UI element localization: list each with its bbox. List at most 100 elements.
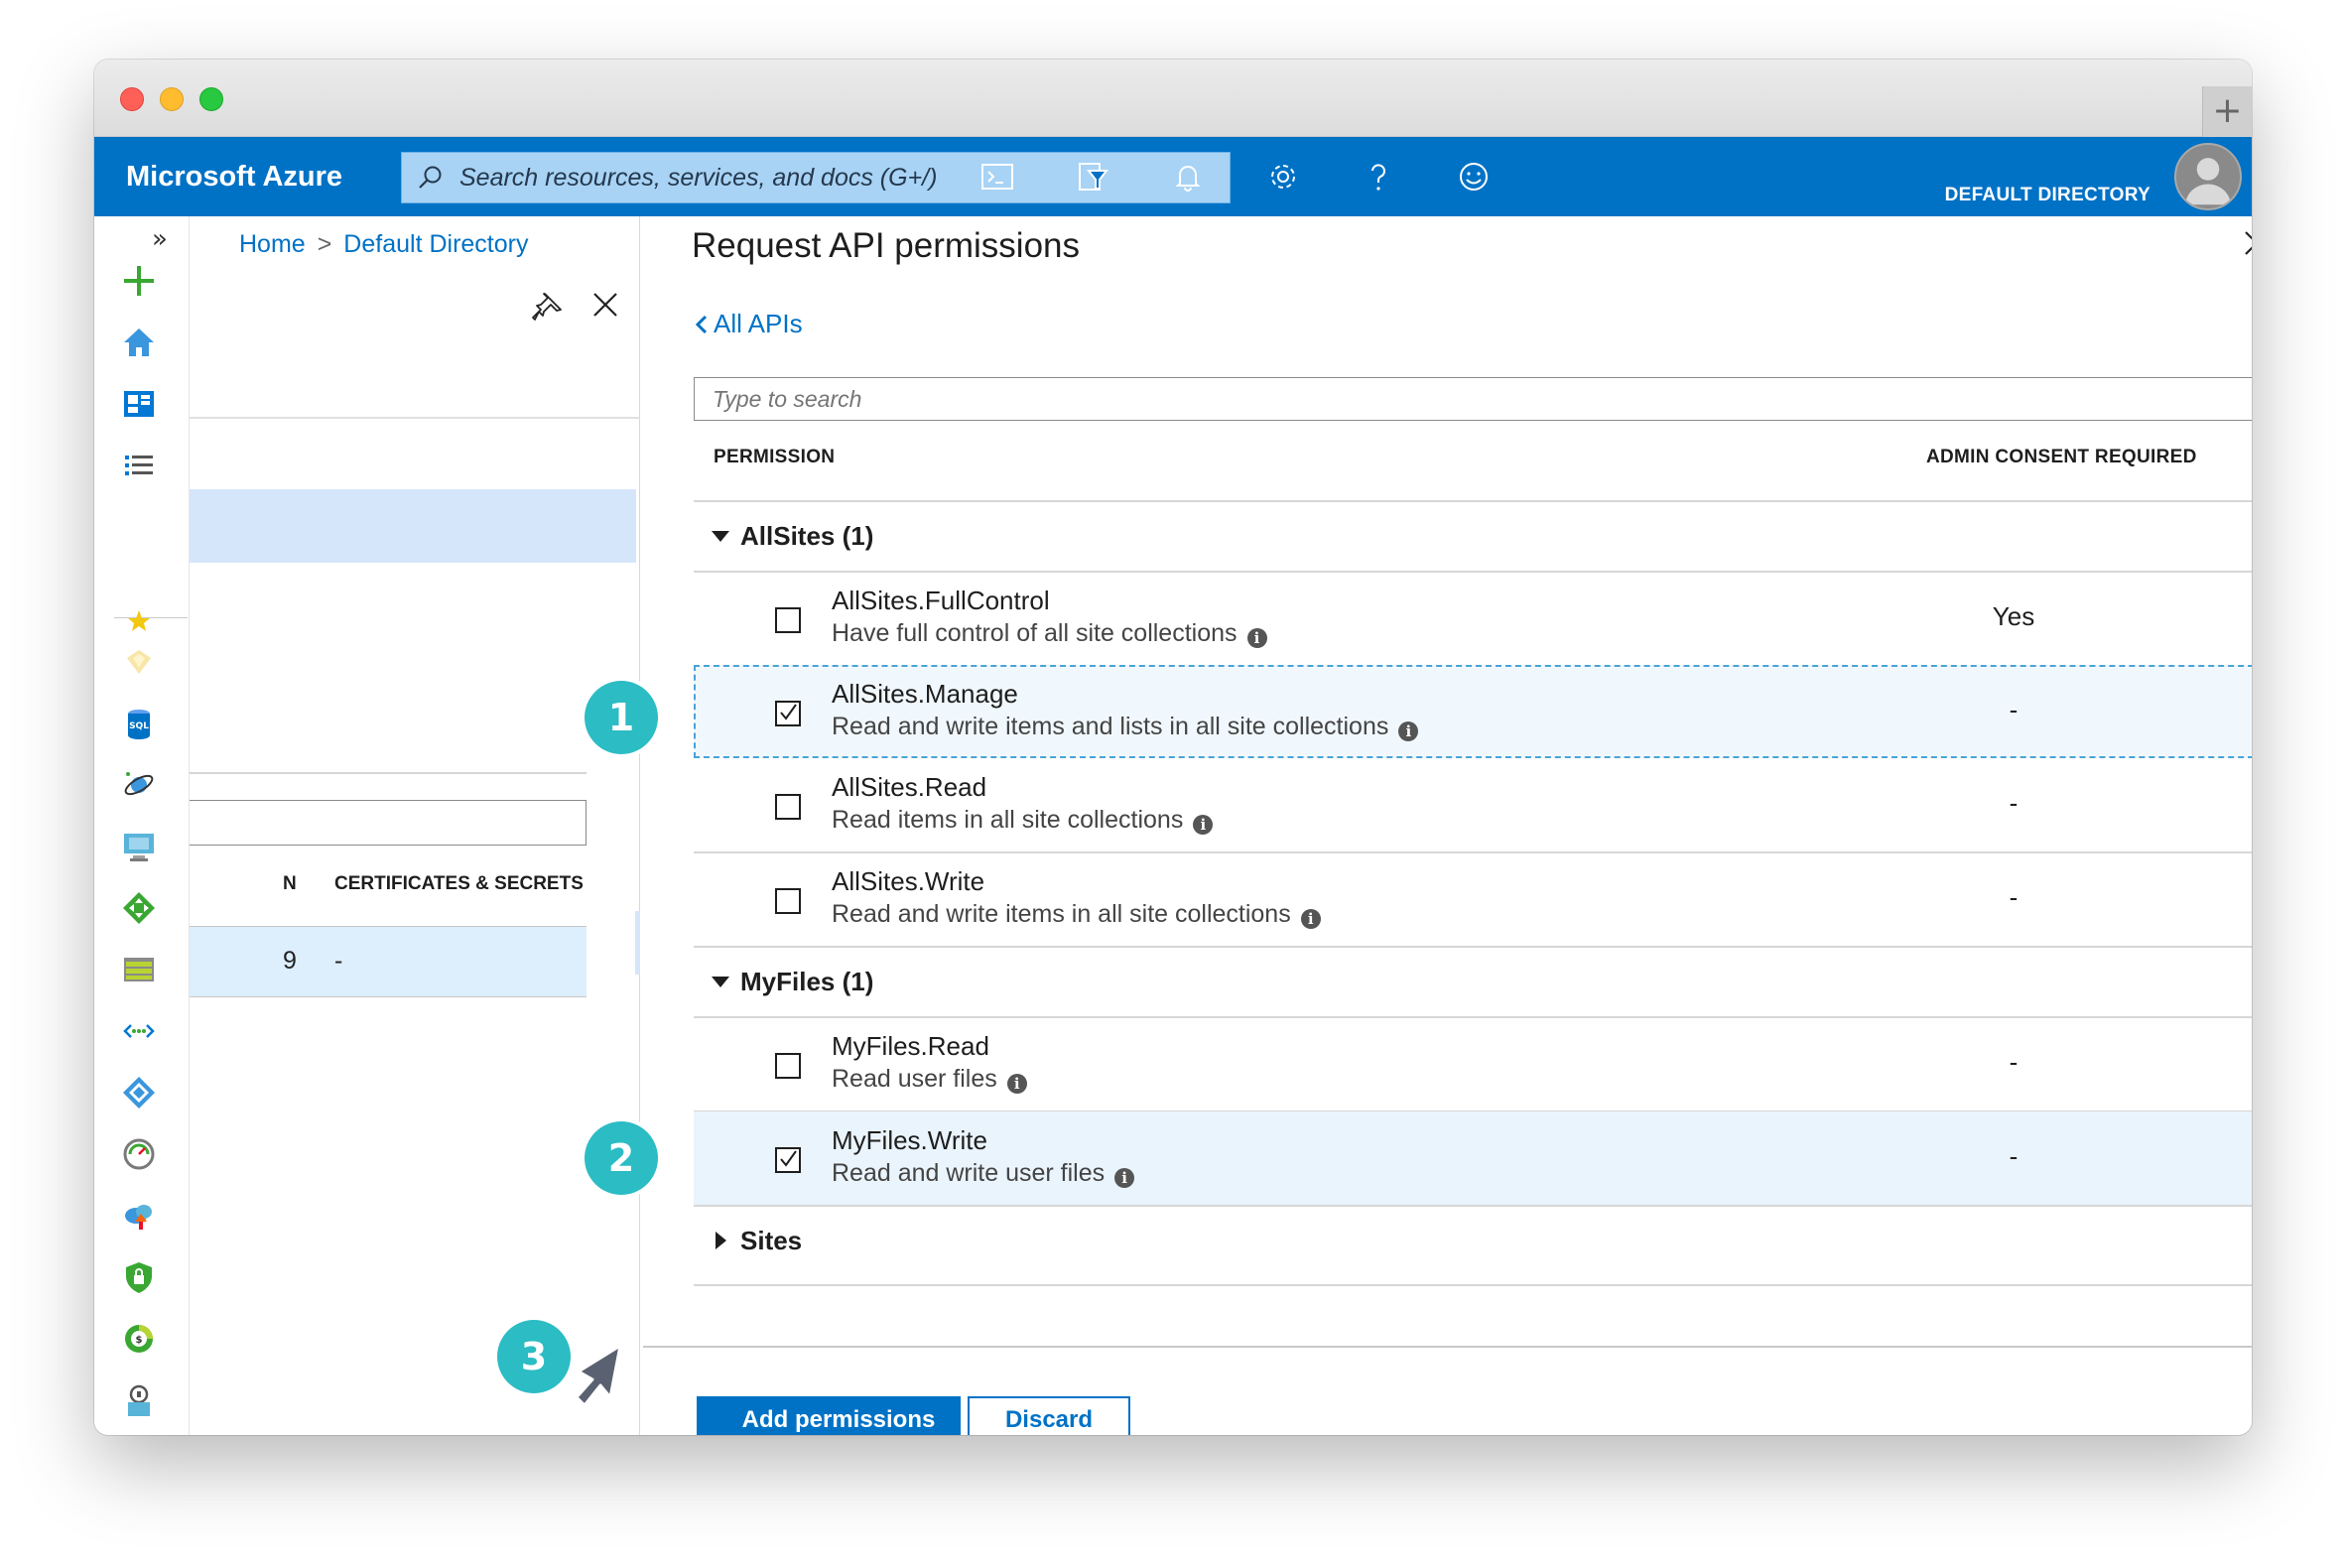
help-icon[interactable] — [1357, 155, 1400, 198]
help-support-icon[interactable] — [120, 1381, 158, 1419]
virtual-machines-icon[interactable] — [120, 828, 158, 865]
info-icon[interactable]: i — [1114, 1168, 1135, 1188]
group-allsites[interactable]: AllSites (1) — [694, 501, 2252, 571]
group-sites[interactable]: Sites — [694, 1206, 2252, 1275]
permission-row-allsites-write[interactable]: AllSites.Write Read and write items in a… — [694, 852, 2252, 946]
permission-name: AllSites.Manage — [832, 679, 1018, 709]
storage-accounts-icon[interactable] — [120, 951, 158, 988]
breadcrumb-link[interactable]: Default Directory — [343, 230, 528, 258]
virtual-networks-icon[interactable] — [120, 1012, 158, 1050]
permission-description: Have full control of all site collection… — [832, 619, 1267, 648]
create-resource-icon[interactable] — [120, 262, 158, 300]
caret-down-icon — [712, 977, 729, 987]
home-icon[interactable] — [120, 324, 158, 361]
permission-row-allsites-manage[interactable]: AllSites.Manage Read and write items and… — [694, 665, 2252, 758]
all-services-icon[interactable] — [120, 447, 158, 484]
blade-filter-input[interactable] — [190, 800, 586, 846]
info-icon[interactable]: i — [1006, 1074, 1027, 1094]
permission-row-allsites-read[interactable]: AllSites.Read Read items in all site col… — [694, 758, 2252, 851]
cloud-shell-icon[interactable] — [976, 155, 1019, 198]
expand-menu-button[interactable]: » — [152, 224, 168, 254]
permission-row-myfiles-read[interactable]: MyFiles.Read Read user files i - — [694, 1017, 2252, 1111]
new-tab-button[interactable]: + — [2202, 86, 2252, 137]
admin-consent-value: - — [2009, 1047, 2019, 1077]
feedback-icon[interactable] — [1452, 155, 1496, 198]
brand-logo[interactable]: Microsoft Azure — [126, 137, 342, 216]
add-permissions-button[interactable]: Add permissions — [697, 1396, 961, 1435]
svg-text:SQL: SQL — [129, 721, 149, 731]
permission-name: MyFiles.Read — [832, 1031, 989, 1061]
close-blade-icon[interactable] — [588, 288, 622, 322]
permission-name: AllSites.FullControl — [832, 586, 1050, 615]
group-myfiles[interactable]: MyFiles (1) — [694, 947, 2252, 1016]
load-balancers-icon[interactable] — [120, 889, 158, 927]
permission-description: Read and write user files i — [832, 1159, 1135, 1188]
admin-consent-column-header: ADMIN CONSENT REQUIRED — [1926, 447, 2197, 467]
group-label: AllSites (1) — [740, 521, 874, 551]
directory-label[interactable]: DEFAULT DIRECTORY — [1945, 185, 2150, 206]
permission-checkbox-checked[interactable] — [775, 701, 801, 726]
user-avatar[interactable] — [2174, 143, 2242, 210]
panel-footer-divider — [643, 1346, 2252, 1348]
all-resources-icon[interactable] — [120, 643, 158, 681]
advisor-icon[interactable] — [120, 1197, 158, 1235]
notifications-icon[interactable] — [1166, 155, 1210, 198]
info-icon[interactable]: i — [1246, 628, 1267, 648]
blade-col-certificates[interactable]: CERTIFICATES & SECRETS — [334, 873, 584, 895]
permission-checkbox-checked[interactable] — [775, 1147, 801, 1173]
permission-checkbox[interactable] — [775, 888, 801, 914]
security-center-icon[interactable] — [120, 1258, 158, 1296]
breadcrumb-separator: > — [317, 230, 332, 258]
settings-icon[interactable] — [1261, 155, 1305, 198]
blade-table-row[interactable]: 9 - — [190, 926, 586, 997]
permission-description: Read and write items in all site collect… — [832, 900, 1321, 929]
all-apis-link[interactable]: All APIs — [694, 309, 803, 339]
mouse-cursor-icon — [575, 1344, 622, 1407]
info-icon[interactable]: i — [1300, 909, 1321, 929]
close-window-button[interactable] — [120, 87, 144, 111]
permission-search-input[interactable] — [694, 377, 2252, 421]
blade-header-divider — [190, 417, 640, 419]
favorites-star-icon — [120, 601, 158, 639]
permission-description: Read and write items and lists in all si… — [832, 713, 1419, 741]
blade-scroll-marker — [635, 911, 640, 975]
permission-checkbox[interactable] — [775, 1053, 801, 1079]
cosmos-db-icon[interactable] — [120, 766, 158, 804]
discard-button[interactable]: Discard — [968, 1396, 1130, 1435]
info-icon[interactable]: i — [1398, 721, 1419, 741]
blade-selected-menu-item[interactable] — [190, 489, 636, 563]
caret-right-icon — [716, 1232, 726, 1249]
blade-row-value: - — [334, 947, 343, 975]
directory-filter-icon[interactable] — [1071, 155, 1114, 198]
group-label: Sites — [740, 1226, 803, 1255]
monitor-icon[interactable] — [120, 1135, 158, 1173]
callout-badge-1: 1 — [585, 681, 658, 754]
permission-row-allsites-fullcontrol[interactable]: AllSites.FullControl Have full control o… — [694, 572, 2252, 665]
sql-database-icon[interactable]: SQL — [120, 705, 158, 742]
dashboard-icon[interactable] — [120, 385, 158, 423]
azure-ad-icon[interactable] — [120, 1074, 158, 1111]
cost-management-icon[interactable]: $ — [120, 1320, 158, 1358]
blade-col-partial: N — [283, 873, 297, 894]
permission-description: Read items in all site collections i — [832, 806, 1214, 835]
permission-row-myfiles-write[interactable]: MyFiles.Write Read and write user files i… — [694, 1111, 2252, 1205]
permission-name: MyFiles.Write — [832, 1125, 987, 1155]
admin-consent-value: - — [2009, 1141, 2019, 1171]
permission-checkbox[interactable] — [775, 607, 801, 633]
permission-column-header: PERMISSION — [714, 447, 836, 467]
info-icon[interactable]: i — [1193, 815, 1214, 835]
blade-row-partial: 9 — [283, 947, 297, 975]
svg-text:$: $ — [136, 1335, 143, 1346]
breadcrumb: Home > Default Directory — [239, 230, 528, 259]
window-titlebar: + — [94, 60, 2252, 137]
breadcrumb-link[interactable]: Home — [239, 230, 306, 258]
pin-icon[interactable] — [531, 290, 565, 324]
row-divider — [694, 1284, 2252, 1286]
minimize-window-button[interactable] — [160, 87, 184, 111]
description-text: Read and write items in all site collect… — [832, 900, 1291, 928]
checkmark-icon — [780, 704, 797, 720]
zoom-window-button[interactable] — [199, 87, 223, 111]
close-icon[interactable] — [2240, 226, 2252, 260]
search-icon — [419, 166, 442, 189]
permission-checkbox[interactable] — [775, 794, 801, 820]
